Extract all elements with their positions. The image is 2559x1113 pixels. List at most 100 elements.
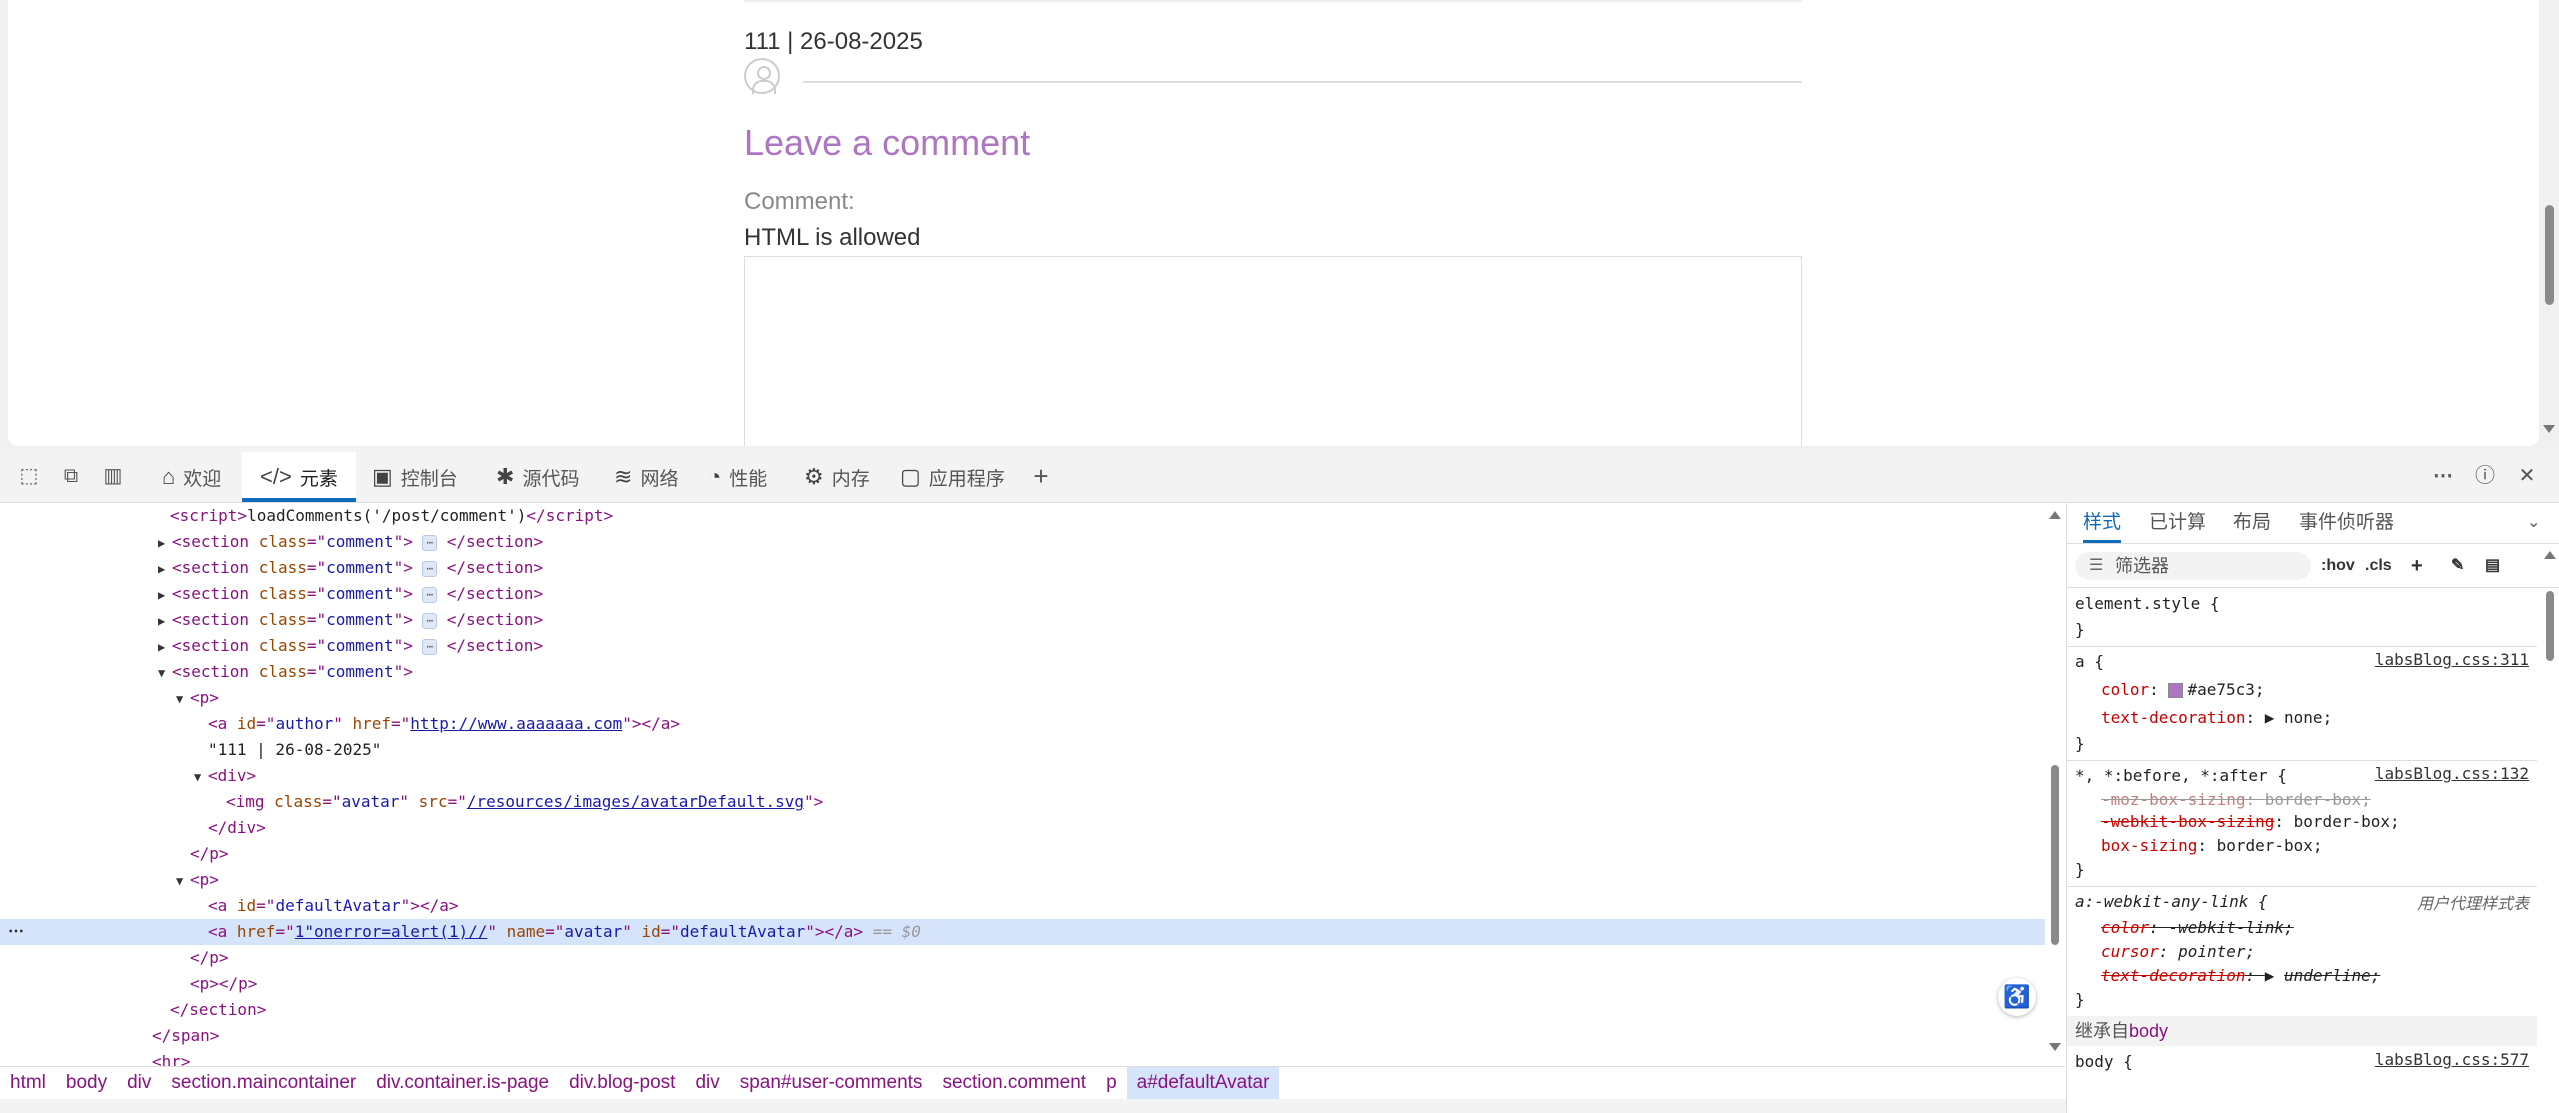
a-rule-selector[interactable]: a { [2075, 650, 2104, 674]
tab-application[interactable]: ▢ 应用程序 [892, 452, 1013, 502]
dom-node-a-default-avatar[interactable]: <a id="defaultAvatar"></a> [0, 893, 458, 919]
dom-node-p-close[interactable]: </p> [0, 945, 229, 971]
dom-node-div-close[interactable]: </div> [0, 815, 266, 841]
dom-node-p[interactable]: ▼ <p> [0, 867, 219, 893]
element-style-rule[interactable]: element.style { [2075, 592, 2220, 616]
scroll-up-icon[interactable] [2544, 551, 2556, 559]
console-icon: ▣ [372, 464, 393, 489]
star-rule-source[interactable]: labsBlog.css:132 [2375, 764, 2529, 783]
avatar-icon [744, 58, 780, 94]
cursor-declaration: cursor: pointer; [2101, 942, 2256, 961]
breadcrumb-item[interactable]: div.blog-post [559, 1067, 685, 1099]
star-rule-selector[interactable]: *, *:before, *:after { [2075, 764, 2287, 788]
dom-node-p-empty[interactable]: <p></p> [0, 971, 257, 997]
any-link-rule-selector[interactable]: a:-webkit-any-link { [2075, 890, 2268, 914]
breadcrumb-item-current[interactable]: a#defaultAvatar [1126, 1067, 1280, 1099]
dom-node-section-close[interactable]: </section> [0, 997, 266, 1023]
dom-node-a-author[interactable]: <a id="author" href="http://www.aaaaaaa.… [0, 711, 680, 737]
device-toolbar-icon[interactable]: ⧉ [60, 466, 82, 486]
body-rule-source[interactable]: labsBlog.css:577 [2375, 1050, 2529, 1069]
filter-icon: ☰ [2089, 557, 2104, 574]
breadcrumb-item[interactable]: section.maincontainer [161, 1067, 366, 1099]
comment-meta: 111 | 26-08-2025 [744, 28, 923, 55]
comment-textarea[interactable] [744, 256, 1802, 446]
webkit-box-sizing-declaration[interactable]: -webkit-box-sizing: border-box; [2101, 810, 2400, 834]
inspect-icon[interactable]: ⬚ [18, 466, 40, 486]
cls-button[interactable]: .cls [2365, 552, 2392, 580]
add-tab-icon[interactable]: + [1030, 463, 1052, 489]
chevron-down-icon[interactable]: ⌄ [2527, 503, 2540, 543]
a-rule-source[interactable]: labsBlog.css:311 [2375, 650, 2529, 669]
inherited-from-link[interactable]: body [2129, 1021, 2168, 1041]
dom-node-img[interactable]: <img class="avatar" src="/resources/imag… [0, 789, 823, 815]
tab-network[interactable]: ≋ 网络 [606, 452, 686, 502]
paint-icon[interactable]: ✎ [2451, 552, 2464, 580]
webkit-color-declaration: color: -webkit-link; [2101, 918, 2294, 937]
box-sizing-declaration[interactable]: box-sizing: border-box; [2101, 834, 2323, 858]
breadcrumb-item[interactable]: html [0, 1067, 56, 1099]
tab-event-listeners[interactable]: 事件侦听器 [2299, 503, 2394, 543]
color-swatch[interactable] [2168, 683, 2184, 698]
breadcrumb-item[interactable]: body [56, 1067, 117, 1099]
accessibility-icon[interactable]: ♿ [1998, 978, 2036, 1016]
scroll-down-icon[interactable] [2543, 425, 2555, 433]
dom-node-selected[interactable]: <a href="1"onerror=alert(1)//" name="ava… [0, 919, 2045, 945]
inherited-from-header: 继承自body [2067, 1016, 2537, 1046]
dom-text-node[interactable]: "111 | 26-08-2025" [0, 737, 381, 763]
scroll-thumb[interactable] [2545, 205, 2554, 305]
tab-sources[interactable]: ✱ 源代码 [488, 452, 587, 502]
node-actions-icon[interactable]: ⋯ [8, 919, 24, 945]
breadcrumb-item[interactable]: div [685, 1067, 729, 1099]
scroll-thumb[interactable] [2546, 591, 2554, 661]
styles-scrollbar[interactable] [2540, 543, 2559, 1113]
dom-node-section[interactable]: ▶ <section class="comment"> ⋯ </section> [0, 633, 543, 659]
dom-node-section[interactable]: ▶ <section class="comment"> ⋯ </section> [0, 529, 543, 555]
tab-computed[interactable]: 已计算 [2149, 503, 2206, 543]
dom-tree-scrollbar[interactable] [2045, 503, 2065, 1066]
color-declaration[interactable]: color: #ae75c3; [2101, 678, 2265, 702]
tab-console[interactable]: ▣ 控制台 [364, 452, 466, 502]
tab-performance[interactable]: ◔ 性能 [700, 452, 775, 502]
tab-memory[interactable]: ⚙ 内存 [796, 452, 878, 502]
dom-node-script[interactable]: <script>loadComments('/post/comment')</s… [0, 503, 613, 529]
breadcrumb: html body div section.maincontainer div.… [0, 1066, 2065, 1099]
page-scrollbar[interactable] [2539, 0, 2559, 448]
breadcrumb-item[interactable]: p [1096, 1067, 1127, 1099]
scroll-up-icon[interactable] [2049, 511, 2061, 519]
rule-close: } [2075, 734, 2085, 753]
dom-node-section[interactable]: ▶ <section class="comment"> ⋯ </section> [0, 581, 543, 607]
text-decoration-declaration[interactable]: text-decoration: ▶ none; [2101, 706, 2332, 730]
divider [2067, 646, 2537, 647]
tab-styles[interactable]: 样式 [2083, 503, 2122, 543]
sidebar-toggle-icon[interactable]: ▥ [102, 466, 124, 486]
help-icon[interactable]: ⓘ [2474, 466, 2496, 486]
more-icon[interactable]: ⋯ [2432, 466, 2454, 486]
dom-node-section[interactable]: ▶ <section class="comment"> ⋯ </section> [0, 555, 543, 581]
leave-comment-heading: Leave a comment [744, 122, 1031, 163]
dom-tree: <script>loadComments('/post/comment')</s… [0, 503, 2045, 1066]
dom-node-span-close[interactable]: </span> [0, 1023, 219, 1049]
close-icon[interactable]: ✕ [2516, 466, 2538, 486]
dom-node-p-close[interactable]: </p> [0, 841, 229, 867]
dom-node-hr[interactable]: <hr> [0, 1049, 191, 1066]
filter-input[interactable]: ☰ 筛选器 [2075, 552, 2311, 580]
scroll-down-icon[interactable] [2049, 1043, 2061, 1051]
breadcrumb-item[interactable]: span#user-comments [730, 1067, 933, 1099]
hov-button[interactable]: :hov [2321, 552, 2355, 580]
toggle-sidebar-icon[interactable]: ▤ [2485, 552, 2500, 580]
tab-layout[interactable]: 布局 [2233, 503, 2271, 543]
moz-box-sizing-declaration[interactable]: -moz-box-sizing: border-box; [2101, 788, 2371, 812]
tab-welcome[interactable]: ⌂ 欢迎 [154, 452, 229, 502]
scroll-thumb[interactable] [2051, 765, 2059, 945]
new-rule-icon[interactable]: + [2411, 552, 2423, 580]
code-icon: </> [260, 464, 292, 489]
dom-node-p[interactable]: ▼ <p> [0, 685, 219, 711]
dom-node-section[interactable]: ▶ <section class="comment"> ⋯ </section> [0, 607, 543, 633]
breadcrumb-item[interactable]: section.comment [932, 1067, 1096, 1099]
dom-node-section-open[interactable]: ▼ <section class="comment"> [0, 659, 413, 685]
body-rule-selector[interactable]: body { [2075, 1050, 2133, 1074]
breadcrumb-item[interactable]: div.container.is-page [366, 1067, 559, 1099]
tab-elements[interactable]: </> 元素 [242, 452, 356, 502]
dom-node-div[interactable]: ▼ <div> [0, 763, 256, 789]
breadcrumb-item[interactable]: div [117, 1067, 161, 1099]
